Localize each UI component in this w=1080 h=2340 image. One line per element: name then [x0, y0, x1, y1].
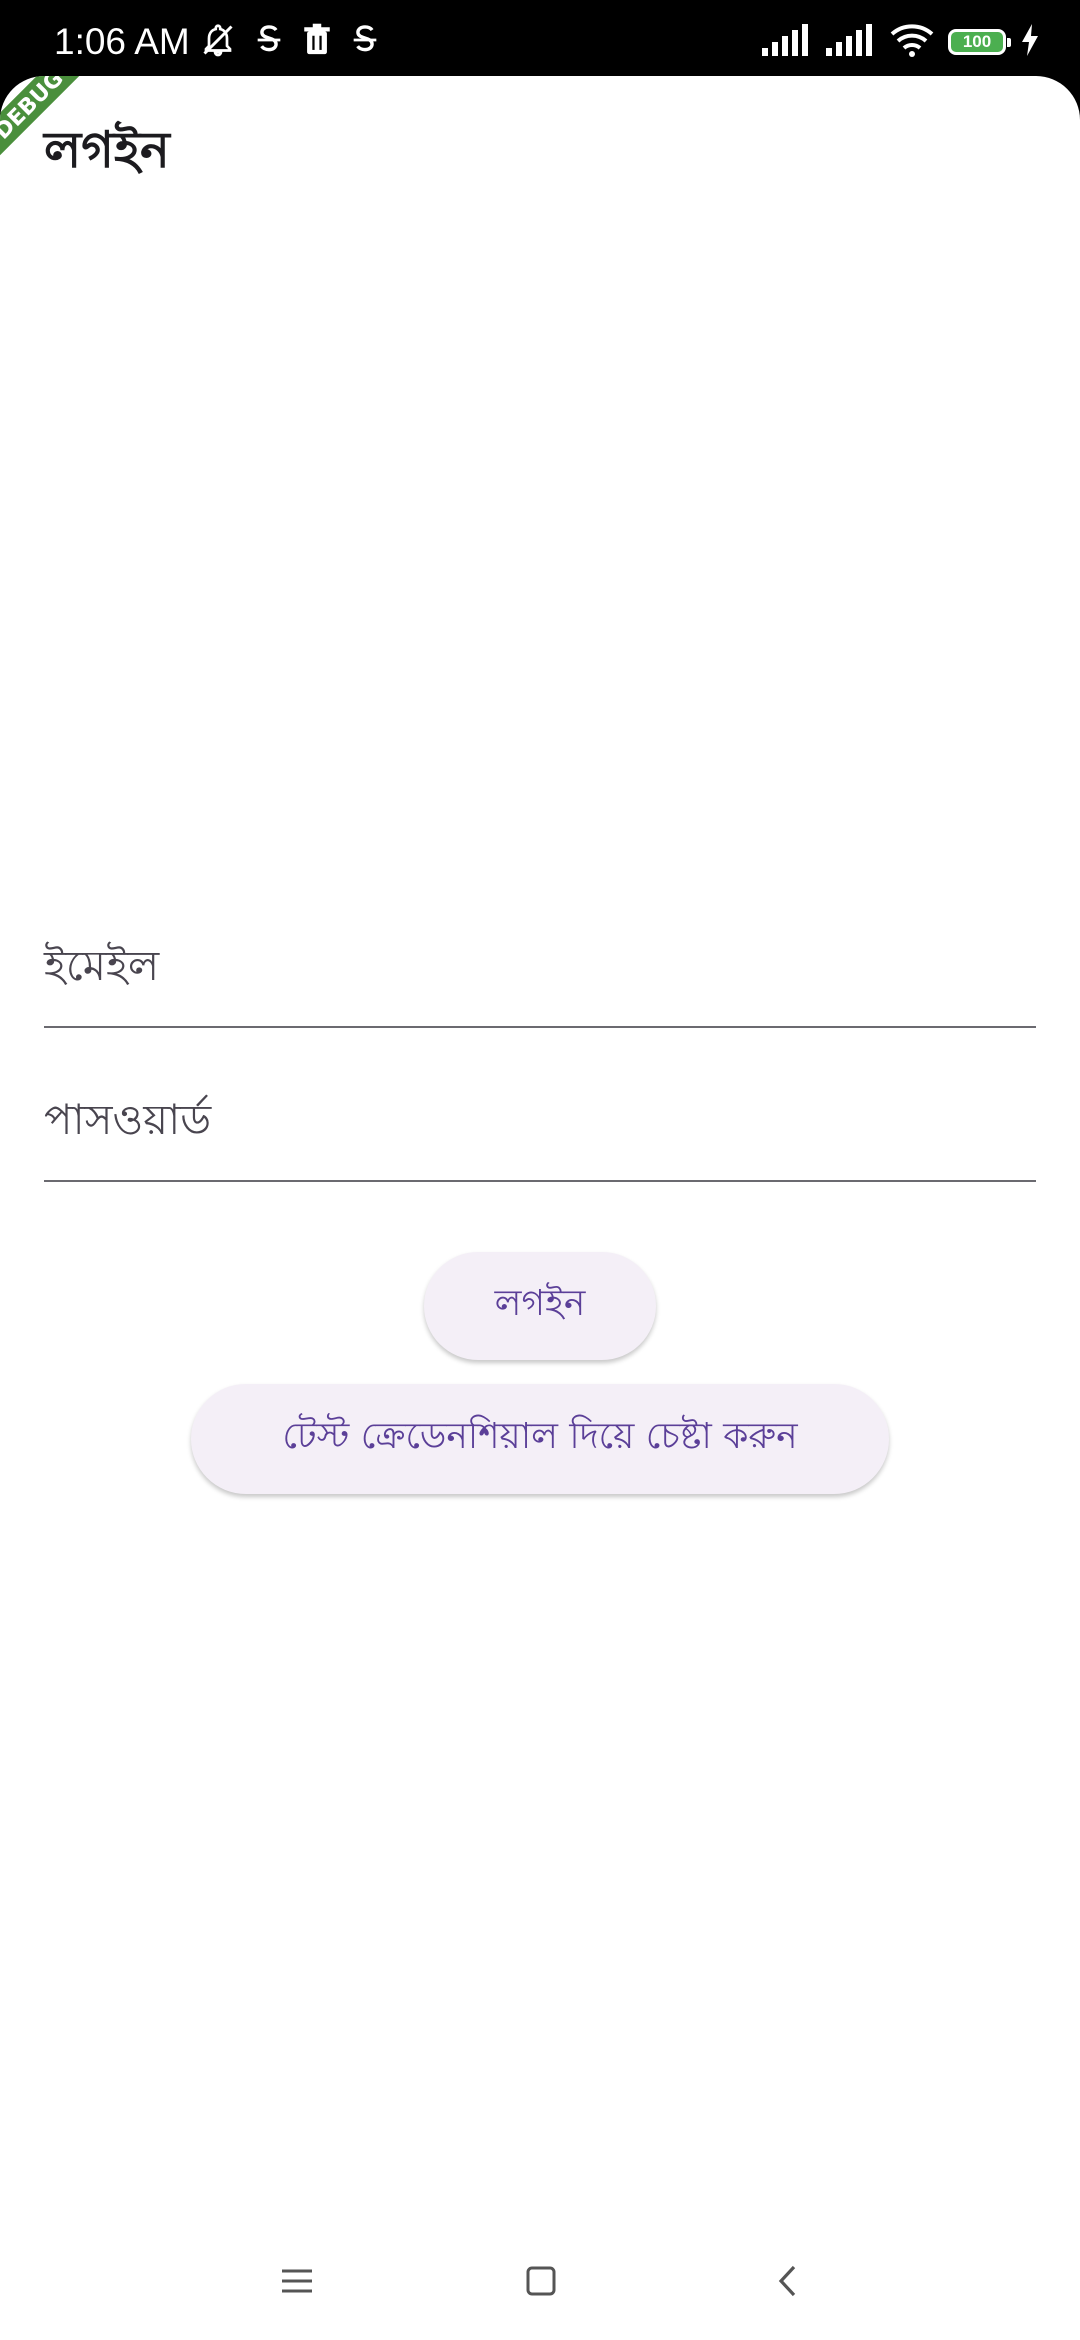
- back-icon[interactable]: [763, 2256, 813, 2306]
- battery-icon: 100: [948, 29, 1011, 55]
- notifications-off-icon: [200, 22, 236, 62]
- login-button[interactable]: লগইন: [424, 1252, 656, 1360]
- battery-level: 100: [962, 32, 992, 51]
- screen: 1:06 AM 100 DEBUG লগইন ইমেইল পাসওয়ার্ড …: [0, 0, 1080, 2340]
- status-bar: 1:06 AM 100: [0, 0, 1080, 76]
- status-right-icons: 100: [762, 22, 1040, 62]
- signal-icon: [826, 24, 876, 60]
- password-input[interactable]: [44, 1062, 1040, 1182]
- wifi-icon: [890, 23, 934, 61]
- test-credentials-button[interactable]: টেস্ট ক্রেডেনশিয়াল দিয়ে চেষ্টা করুন: [191, 1384, 889, 1494]
- status-left-icons: [200, 22, 380, 62]
- page-title: লগইন: [44, 121, 170, 179]
- app-surface: DEBUG লগইন ইমেইল পাসওয়ার্ড লগইন টেস্ট ক…: [0, 76, 1080, 2340]
- s-app-icon: [254, 23, 284, 61]
- email-input[interactable]: [44, 908, 1040, 1028]
- menu-icon[interactable]: [272, 2256, 322, 2306]
- trash-icon: [302, 23, 332, 61]
- charging-icon: [1020, 24, 1040, 60]
- navigation-bar: [0, 2220, 1080, 2340]
- s-app-icon: [350, 23, 380, 61]
- signal-icon: [762, 24, 812, 60]
- status-time: 1:06 AM: [54, 21, 190, 62]
- home-icon[interactable]: [516, 2256, 566, 2306]
- email-field[interactable]: ইমেইল: [44, 908, 1040, 1028]
- password-field[interactable]: পাসওয়ার্ড: [44, 1062, 1040, 1182]
